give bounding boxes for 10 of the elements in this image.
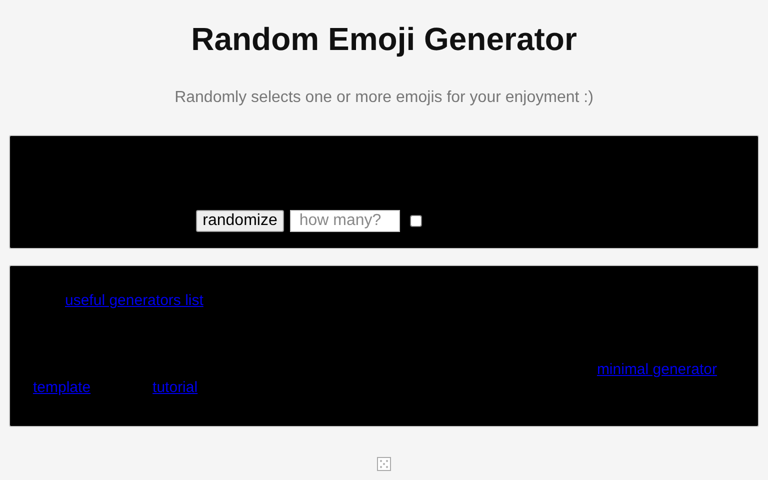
checkbox[interactable] bbox=[410, 215, 422, 227]
page-title: Random Emoji Generator bbox=[190, 20, 578, 58]
count-field[interactable]: how many? bbox=[290, 210, 400, 232]
tutorial-link[interactable]: tutorial bbox=[152, 379, 198, 396]
minimal-generator-link[interactable]: minimal generator bbox=[596, 361, 717, 378]
generators-list-link[interactable]: useful generators list bbox=[65, 292, 204, 309]
randomize-button[interactable]: randomize bbox=[196, 210, 284, 232]
template-link[interactable]: template bbox=[33, 379, 91, 396]
dice-icon bbox=[376, 456, 392, 472]
page-subtitle: Randomly selects one or more emojis for your enjoyment :) bbox=[174, 89, 594, 107]
